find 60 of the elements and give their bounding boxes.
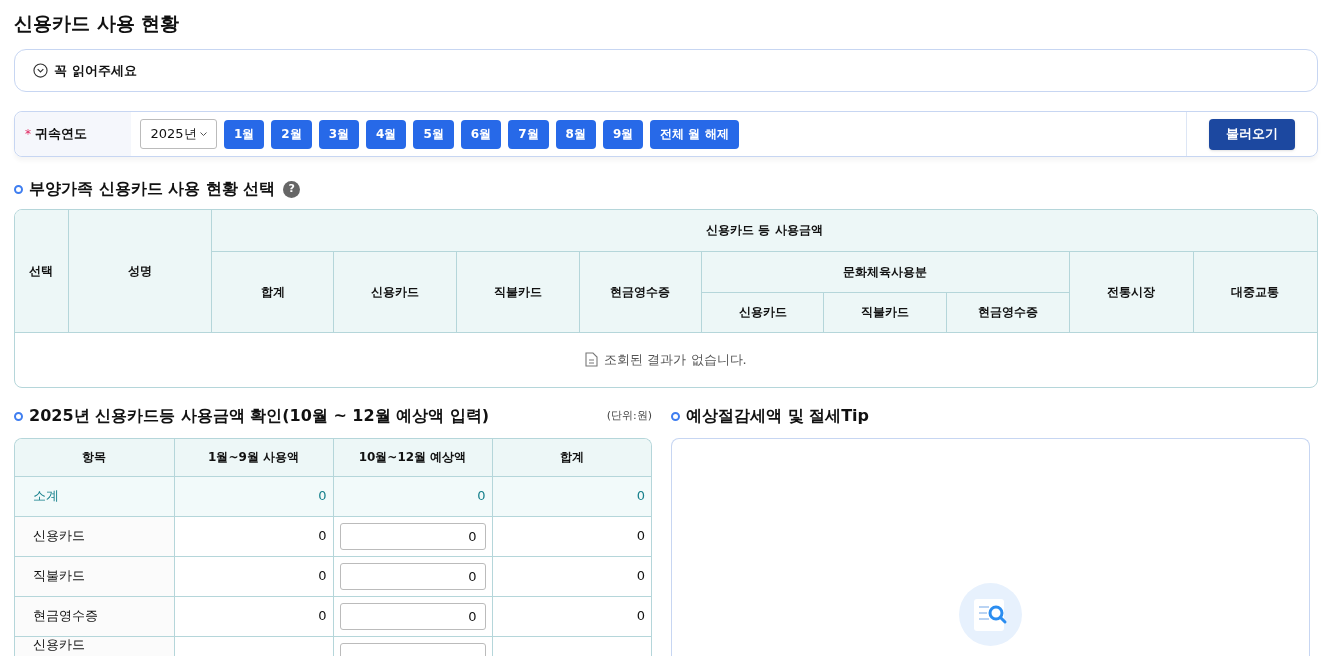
month-button[interactable]: 7월 [508, 119, 549, 149]
clear-months-button[interactable]: 전체 월 해제 [650, 119, 739, 149]
column-header: 10월~12월 예상액 [333, 439, 492, 476]
column-header: 전통시장 [1069, 251, 1194, 332]
unit-label: (단위:원) [606, 407, 652, 424]
table-cell: 0 [174, 516, 333, 556]
column-header: 1월~9월 사용액 [174, 439, 333, 476]
required-mark: * [25, 126, 31, 143]
row-label: 신용카드 [15, 516, 174, 556]
section-heading: 예상절감세액 및 절세Tip [686, 405, 869, 427]
bullet-icon [14, 184, 23, 194]
column-header: 직불카드 [456, 251, 580, 332]
row-label: 직불카드 [15, 556, 174, 596]
column-header: 현금영수증 [579, 251, 702, 332]
search-document-icon [959, 583, 1022, 646]
month-button[interactable]: 3월 [318, 119, 360, 149]
help-icon[interactable]: ? [283, 180, 301, 198]
caret-icon [199, 131, 207, 137]
document-icon [585, 352, 599, 368]
column-header: 합계 [492, 439, 651, 476]
column-header: 대중교통 [1193, 251, 1317, 332]
column-header: 신용카드 [701, 292, 824, 332]
page-title: 신용카드 사용 현황 [14, 11, 180, 36]
column-header: 문화체육사용분 [701, 251, 1070, 292]
table-cell: 0 [174, 476, 333, 516]
row-label: 신용카드 [15, 636, 174, 656]
chevron-icon [33, 63, 48, 78]
table-cell: 0 [174, 556, 333, 596]
month-button[interactable]: 4월 [366, 119, 407, 149]
field-label: 귀속연도 [35, 125, 87, 144]
column-header: 현금영수증 [946, 292, 1070, 332]
month-button[interactable]: 8월 [555, 119, 596, 149]
load-button[interactable]: 불러오기 [1209, 118, 1295, 150]
section-heading: 부양가족 신용카드 사용 현황 선택 [29, 178, 276, 200]
row-label: 현금영수증 [15, 596, 174, 636]
bullet-icon [671, 411, 680, 421]
empty-message: 조회된 결과가 없습니다. [604, 351, 747, 369]
amount-input[interactable]: 0 [339, 522, 486, 550]
year-select[interactable]: 2025년 [140, 119, 217, 149]
section-heading: 2025년 신용카드등 사용금액 확인(10월 ~ 12월 예상액 입력) [29, 405, 490, 427]
bullet-icon [14, 411, 23, 421]
column-header: 항목 [15, 439, 174, 476]
column-header: 선택 [15, 210, 69, 332]
amount-input[interactable]: 0 [339, 602, 486, 630]
row-label: 소계 [15, 476, 174, 516]
month-button[interactable]: 1월 [224, 119, 265, 149]
month-button[interactable]: 2월 [271, 119, 312, 149]
month-button[interactable]: 9월 [602, 119, 644, 149]
amount-input[interactable]: 0 [339, 562, 486, 590]
column-header: 직불카드 [823, 292, 947, 332]
table-cell: 0 [174, 596, 333, 636]
table-cell: 0 [333, 476, 492, 516]
table-cell: 0 [492, 476, 651, 516]
column-header: 성명 [68, 210, 212, 332]
column-header: 합계 [211, 251, 334, 332]
month-button[interactable]: 6월 [460, 119, 502, 149]
notice-toggle[interactable]: 꼭 읽어주세요 [14, 49, 1318, 92]
column-header: 신용카드 등 사용금액 [211, 210, 1317, 251]
column-header: 신용카드 [333, 251, 457, 332]
month-button[interactable]: 5월 [413, 119, 454, 149]
